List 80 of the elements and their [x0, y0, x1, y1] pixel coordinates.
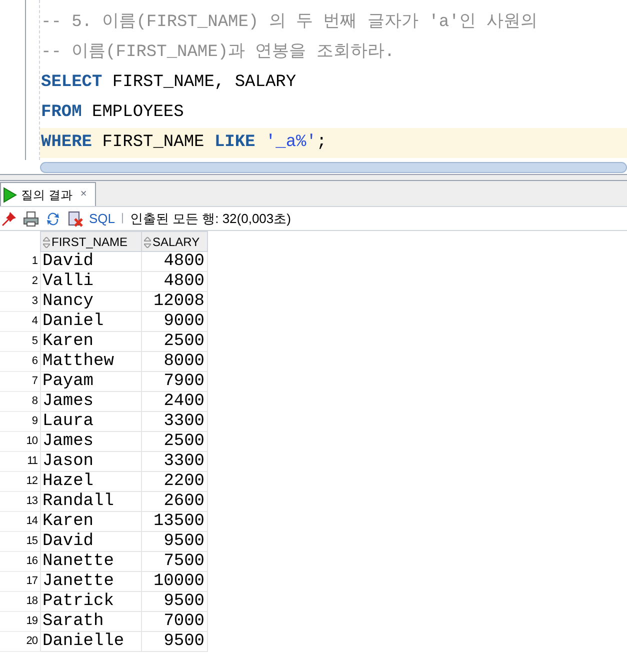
table-cell: Hazel — [40, 472, 141, 492]
table-cell: 8000 — [141, 352, 207, 372]
table-cell: 2600 — [141, 492, 207, 512]
row-number: 18 — [0, 592, 40, 612]
refresh-icon[interactable] — [45, 210, 61, 226]
table-cell: 7500 — [141, 552, 207, 572]
table-cell: 7900 — [141, 372, 207, 392]
row-number: 2 — [0, 272, 40, 292]
row-number: 15 — [0, 532, 40, 552]
code-line: FROM EMPLOYEES — [41, 103, 184, 122]
row-number: 5 — [0, 332, 40, 352]
row-number: 3 — [0, 292, 40, 312]
row-number: 19 — [0, 612, 40, 632]
sort-icon — [144, 236, 150, 248]
table-cell: 9500 — [141, 592, 207, 612]
table-cell: Daniel — [40, 312, 141, 332]
code-line: SELECT FIRST_NAME, SALARY — [41, 73, 296, 92]
table-cell: 2500 — [141, 332, 207, 352]
code-comment: -- 5. 이름(FIRST_NAME) 의 두 번째 글자가 'a'인 사원의 — [41, 13, 538, 32]
table-cell: 2500 — [141, 432, 207, 452]
table-cell: Sarath — [40, 612, 141, 632]
close-icon[interactable]: × — [80, 186, 87, 203]
row-number: 20 — [0, 632, 40, 652]
table-cell: Nanette — [40, 552, 141, 572]
table-cell: Laura — [40, 412, 141, 432]
table-cell: Jason — [40, 452, 141, 472]
row-number: 1 — [0, 252, 40, 272]
table-cell: 2400 — [141, 392, 207, 412]
sort-icon — [42, 236, 50, 248]
table-cell: 10000 — [141, 572, 207, 592]
table-cell: Matthew — [40, 352, 141, 372]
table-cell: 12008 — [141, 292, 207, 312]
table-cell: Valli — [40, 272, 141, 292]
pin-icon[interactable] — [1, 210, 17, 226]
column-header[interactable]: SALARY — [141, 232, 207, 252]
table-cell: 4800 — [141, 272, 207, 292]
table-cell: Karen — [40, 512, 141, 532]
fetch-status: 인출된 모든 행: 32(0,003초) — [130, 210, 291, 228]
table-cell: Patrick — [40, 592, 141, 612]
table-cell: 4800 — [141, 252, 207, 272]
separator: | — [121, 211, 124, 226]
horizontal-scrollbar[interactable] — [40, 162, 627, 172]
row-number: 7 — [0, 372, 40, 392]
table-cell: James — [40, 392, 141, 412]
table-cell: 13500 — [141, 512, 207, 532]
row-number: 10 — [0, 432, 40, 452]
table-cell: 9500 — [141, 532, 207, 552]
table-cell: Nancy — [40, 292, 141, 312]
table-cell: 9000 — [141, 312, 207, 332]
run-icon — [3, 186, 17, 202]
table-cell: Janette — [40, 572, 141, 592]
row-number: 4 — [0, 312, 40, 332]
row-number: 14 — [0, 512, 40, 532]
table-cell: David — [40, 252, 141, 272]
table-cell: Karen — [40, 332, 141, 352]
row-number: 8 — [0, 392, 40, 412]
row-number: 17 — [0, 572, 40, 592]
table-cell: Randall — [40, 492, 141, 512]
table-cell: 9500 — [141, 632, 207, 652]
table-cell: 2200 — [141, 472, 207, 492]
row-number: 11 — [0, 452, 40, 472]
table-cell: Payam — [40, 372, 141, 392]
code-line: WHERE FIRST_NAME LIKE '_a%'; — [41, 133, 327, 152]
row-number: 12 — [0, 472, 40, 492]
code-comment: -- 이름(FIRST_NAME)과 연봉을 조회하라. — [41, 43, 395, 62]
table-cell: 3300 — [141, 412, 207, 432]
row-number: 6 — [0, 352, 40, 372]
results-tab[interactable]: 질의 결과 × — [0, 182, 96, 206]
table-cell: 7000 — [141, 612, 207, 632]
row-number: 13 — [0, 492, 40, 512]
row-number: 9 — [0, 412, 40, 432]
table-cell: 3300 — [141, 452, 207, 472]
sql-link[interactable]: SQL — [89, 208, 116, 228]
row-number: 16 — [0, 552, 40, 572]
table-cell: James — [40, 432, 141, 452]
column-header[interactable]: FIRST_NAME — [40, 232, 141, 252]
delete-document-icon[interactable] — [67, 210, 83, 226]
printer-icon[interactable] — [23, 210, 39, 226]
table-cell: David — [40, 532, 141, 552]
table-cell: Danielle — [40, 632, 141, 652]
